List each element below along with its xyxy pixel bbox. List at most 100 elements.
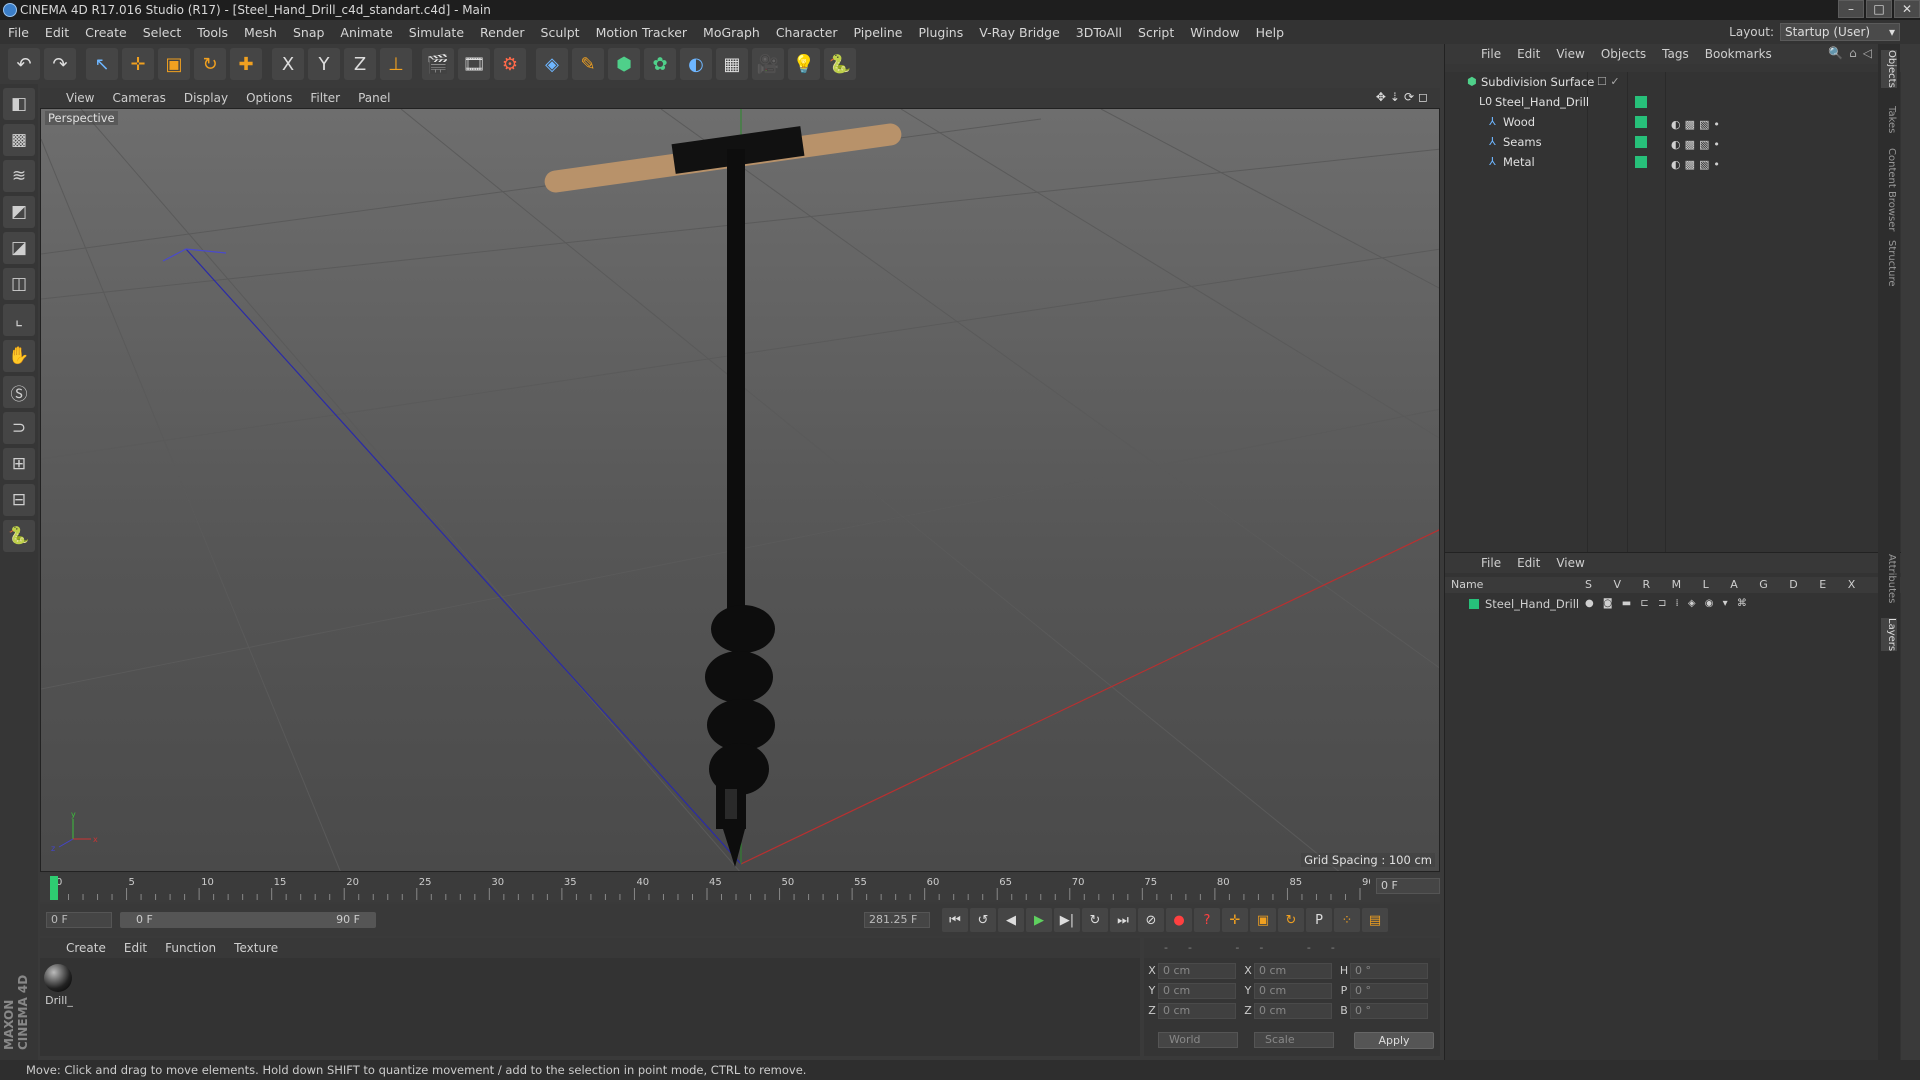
layer-row[interactable]: Steel_Hand_Drill ● ◙ ▬ ⊏ ⊐ ⁞ ◈ ◉ ▾ ⌘ bbox=[1445, 595, 1901, 613]
vp-menu-filter[interactable]: Filter bbox=[310, 91, 340, 105]
menu-script[interactable]: Script bbox=[1138, 25, 1174, 40]
pen-spline-icon[interactable]: ✎ bbox=[572, 48, 604, 80]
key-point-level-icon[interactable]: ⁘ bbox=[1334, 908, 1360, 932]
render-picture-viewer-icon[interactable]: 🎞 bbox=[458, 48, 490, 80]
next-frame-icon[interactable]: ▶| bbox=[1054, 908, 1080, 932]
deformer-icon[interactable]: ◐ bbox=[680, 48, 712, 80]
menu-character[interactable]: Character bbox=[776, 25, 838, 40]
z-axis-lock-icon[interactable]: Z bbox=[344, 48, 376, 80]
viewport-nav-icons[interactable]: ✥⇣⟳◻ bbox=[1376, 90, 1432, 104]
pos-z-field[interactable]: 0 cm bbox=[1158, 1003, 1236, 1019]
tab-attributes[interactable]: Attributes bbox=[1881, 554, 1897, 603]
om-menu-edit[interactable]: Edit bbox=[1517, 47, 1540, 61]
axis-mode-icon[interactable]: ⌞ bbox=[3, 304, 35, 336]
python-script-icon[interactable]: 🐍 bbox=[3, 520, 35, 552]
subdivision-surface-icon[interactable]: ⬢ bbox=[608, 48, 640, 80]
close-button[interactable]: ✕ bbox=[1894, 0, 1920, 18]
mat-menu-create[interactable]: Create bbox=[66, 941, 106, 955]
om-menu-view[interactable]: View bbox=[1556, 47, 1584, 61]
size-x-field[interactable]: 0 cm bbox=[1254, 963, 1332, 979]
material-tag-icons[interactable]: ◐▩▧• bbox=[1671, 155, 1724, 175]
mat-menu-edit[interactable]: Edit bbox=[124, 941, 147, 955]
solo-icon[interactable]: Ⓢ bbox=[3, 376, 35, 408]
motion-path-icon[interactable]: ⊘ bbox=[1138, 908, 1164, 932]
next-key-icon[interactable]: ↻ bbox=[1082, 908, 1108, 932]
light-icon[interactable]: 💡 bbox=[788, 48, 820, 80]
prev-frame-icon[interactable]: ◀ bbox=[998, 908, 1024, 932]
mat-menu-function[interactable]: Function bbox=[165, 941, 216, 955]
prev-key-icon[interactable]: ↺ bbox=[970, 908, 996, 932]
rotate-tool-icon[interactable]: ↻ bbox=[194, 48, 226, 80]
goto-start-icon[interactable]: ⏮ bbox=[942, 908, 968, 932]
menu-select[interactable]: Select bbox=[143, 25, 182, 40]
layer-flag-icons[interactable]: ● ◙ ▬ ⊏ ⊐ ⁞ ◈ ◉ ▾ ⌘ bbox=[1585, 595, 1750, 613]
live-selection-icon[interactable]: ↖ bbox=[86, 48, 118, 80]
coord-mode-dropdown[interactable]: Scale bbox=[1254, 1032, 1334, 1048]
points-mode-icon[interactable]: ◩ bbox=[3, 196, 35, 228]
planar-workplane-icon[interactable]: ⊟ bbox=[3, 484, 35, 516]
mat-menu-texture[interactable]: Texture bbox=[234, 941, 278, 955]
lock-workplane-icon[interactable]: ⊞ bbox=[3, 448, 35, 480]
vp-menu-view[interactable]: View bbox=[66, 91, 94, 105]
menu-plugins[interactable]: Plugins bbox=[918, 25, 963, 40]
edges-mode-icon[interactable]: ◪ bbox=[3, 232, 35, 264]
lm-menu-file[interactable]: File bbox=[1481, 556, 1501, 570]
camera-icon[interactable]: 🎥 bbox=[752, 48, 784, 80]
object-row-steel-hand-drill[interactable]: L0 Steel_Hand_Drill bbox=[1445, 92, 1901, 112]
scale-tool-icon[interactable]: ▣ bbox=[158, 48, 190, 80]
coordinate-system-icon[interactable]: ⊥ bbox=[380, 48, 412, 80]
object-row-seams[interactable]: ⅄ Seams ◐▩▧• bbox=[1445, 132, 1901, 152]
rot-b-field[interactable]: 0 ° bbox=[1350, 1003, 1428, 1019]
tab-takes[interactable]: Takes bbox=[1881, 106, 1897, 133]
pos-x-field[interactable]: 0 cm bbox=[1158, 963, 1236, 979]
model-mode-icon[interactable]: ◧ bbox=[3, 88, 35, 120]
om-menu-bookmarks[interactable]: Bookmarks bbox=[1705, 47, 1772, 61]
menu-mesh[interactable]: Mesh bbox=[244, 25, 277, 40]
apply-button[interactable]: Apply bbox=[1354, 1032, 1434, 1049]
menu-simulate[interactable]: Simulate bbox=[409, 25, 464, 40]
end-frame-field[interactable]: 281.25 F bbox=[864, 912, 930, 928]
menu-file[interactable]: File bbox=[8, 25, 29, 40]
layout-dropdown[interactable]: Startup (User) bbox=[1780, 23, 1900, 41]
menu-vray-bridge[interactable]: V-Ray Bridge bbox=[979, 25, 1060, 40]
menu-animate[interactable]: Animate bbox=[340, 25, 392, 40]
vp-menu-display[interactable]: Display bbox=[184, 91, 228, 105]
minimize-button[interactable]: – bbox=[1838, 0, 1864, 18]
snap-magnet-icon[interactable]: ⊃ bbox=[3, 412, 35, 444]
menu-3dtoall[interactable]: 3DToAll bbox=[1076, 25, 1122, 40]
object-row-metal[interactable]: ⅄ Metal ◐▩▧• bbox=[1445, 152, 1901, 172]
menu-snap[interactable]: Snap bbox=[293, 25, 324, 40]
goto-end-icon[interactable]: ⏭ bbox=[1110, 908, 1136, 932]
key-position-icon[interactable]: ✛ bbox=[1222, 908, 1248, 932]
record-icon[interactable]: ● bbox=[1166, 908, 1192, 932]
layer-color-swatch[interactable] bbox=[1469, 599, 1479, 609]
key-scale-icon[interactable]: ▣ bbox=[1250, 908, 1276, 932]
om-menu-file[interactable]: File bbox=[1481, 47, 1501, 61]
tweak-mode-icon[interactable]: ✋ bbox=[3, 340, 35, 372]
redo-icon[interactable]: ↷ bbox=[44, 48, 76, 80]
om-menu-tags[interactable]: Tags bbox=[1662, 47, 1689, 61]
lm-menu-edit[interactable]: Edit bbox=[1517, 556, 1540, 570]
array-icon[interactable]: ✿ bbox=[644, 48, 676, 80]
menu-edit[interactable]: Edit bbox=[45, 25, 69, 40]
menu-render[interactable]: Render bbox=[480, 25, 525, 40]
timeline-window-icon[interactable]: ▤ bbox=[1362, 908, 1388, 932]
vp-menu-panel[interactable]: Panel bbox=[358, 91, 390, 105]
perspective-viewport[interactable]: y x z Perspective Grid Spacing : 100 cm bbox=[40, 108, 1440, 872]
playhead[interactable] bbox=[50, 876, 58, 900]
menu-mograph[interactable]: MoGraph bbox=[703, 25, 760, 40]
vp-menu-cameras[interactable]: Cameras bbox=[112, 91, 165, 105]
last-tool-icon[interactable]: ✚ bbox=[230, 48, 262, 80]
tab-content-browser[interactable]: Content Browser bbox=[1881, 148, 1897, 231]
key-rotation-icon[interactable]: ↻ bbox=[1278, 908, 1304, 932]
render-settings-icon[interactable]: ⚙ bbox=[494, 48, 526, 80]
menu-pipeline[interactable]: Pipeline bbox=[854, 25, 903, 40]
menu-help[interactable]: Help bbox=[1256, 25, 1285, 40]
object-row-subdivision[interactable]: ⬢ Subdivision Surface ☐ ✓ bbox=[1445, 72, 1901, 92]
move-tool-icon[interactable]: ✛ bbox=[122, 48, 154, 80]
pos-y-field[interactable]: 0 cm bbox=[1158, 983, 1236, 999]
python-icon[interactable]: 🐍 bbox=[824, 48, 856, 80]
polygons-mode-icon[interactable]: ◫ bbox=[3, 268, 35, 300]
coord-space-dropdown[interactable]: World bbox=[1158, 1032, 1238, 1048]
render-view-icon[interactable]: 🎬 bbox=[422, 48, 454, 80]
